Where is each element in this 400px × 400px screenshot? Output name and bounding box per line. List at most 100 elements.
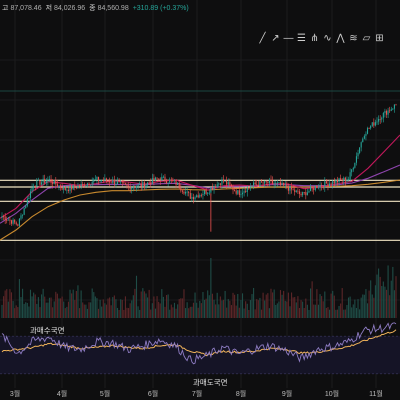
candle-body (69, 185, 71, 192)
volume-bar (382, 281, 384, 318)
candle-body (94, 179, 96, 181)
candle-body (118, 181, 120, 183)
volume-bar (23, 303, 25, 318)
month-tick-label: 5월 (99, 391, 111, 398)
candle-body (311, 186, 313, 188)
volume-bar (207, 290, 209, 318)
candle-body (156, 177, 158, 179)
candle-body (316, 186, 318, 189)
candle-body (101, 180, 103, 182)
volume-bar (22, 288, 24, 318)
candle-body (273, 183, 275, 185)
candle-body (107, 181, 109, 182)
volume-bar (283, 290, 285, 318)
candle-body (248, 187, 250, 189)
elliott-wave-icon[interactable]: ≋ (348, 33, 359, 45)
pitchfork-icon[interactable]: ⋔ (309, 33, 320, 45)
candle-body (249, 187, 251, 189)
candle-body (34, 185, 36, 187)
volume-bar (6, 289, 8, 318)
volume-bar (276, 303, 278, 318)
candle-body (124, 183, 126, 185)
candle-body (281, 182, 283, 185)
candle-body (18, 218, 20, 226)
volume-bar (354, 299, 356, 318)
trend-line-icon[interactable]: ╱ (257, 33, 268, 45)
candle-body (29, 191, 32, 198)
volume-bar (357, 299, 359, 318)
horizontal-line-icon[interactable]: — (283, 33, 294, 45)
volume-bar (37, 297, 39, 318)
candle-body (82, 183, 84, 185)
month-tick-label: 6월 (147, 391, 159, 398)
volume-bar (330, 293, 332, 318)
volume-bar (230, 305, 232, 318)
volume-bar (31, 296, 33, 318)
candle-body (371, 122, 373, 127)
candle-body (180, 188, 182, 191)
volume-bar (67, 301, 70, 318)
candle-body (254, 182, 256, 185)
volume-bar (85, 304, 87, 318)
volume-bar (298, 307, 301, 318)
volume-bar (237, 293, 239, 318)
candle-body (91, 181, 93, 185)
candle-body (97, 176, 100, 181)
close-label: 종 (89, 5, 96, 12)
candle-body (335, 179, 337, 184)
candle-body (211, 187, 213, 190)
candle-body (289, 186, 291, 191)
volume-bar (170, 304, 172, 318)
volume-bar (110, 305, 112, 318)
chart-canvas[interactable] (0, 0, 400, 400)
candle-body (86, 183, 88, 186)
candle-body (268, 179, 270, 183)
volume-bar (385, 289, 388, 318)
volume-bar (213, 299, 215, 318)
candle-body (219, 183, 221, 185)
candle-body (319, 185, 321, 188)
volume-bar (245, 301, 247, 318)
candle-body (64, 186, 66, 191)
volume-bar (234, 294, 236, 318)
volume-bar (29, 289, 32, 318)
candle-body (90, 184, 92, 186)
candle-body (143, 182, 145, 188)
volume-bar (39, 307, 41, 318)
candle-body (355, 156, 357, 163)
wave-pattern-icon[interactable]: ∿ (322, 33, 333, 45)
fib-retracement-icon[interactable]: ☰ (296, 33, 307, 45)
candle-body (226, 180, 228, 185)
candle-body (376, 121, 378, 123)
volume-bar (363, 294, 365, 318)
arrow-icon[interactable]: ↗ (270, 33, 281, 45)
volume-bar (101, 306, 103, 318)
candle-body (10, 220, 13, 224)
candle-body (392, 108, 394, 110)
channel-icon[interactable]: ▱ (361, 33, 372, 45)
candle-body (71, 185, 73, 190)
volume-bar (102, 299, 104, 318)
candle-body (234, 190, 236, 191)
volume-bar (66, 306, 68, 318)
volume-bar (132, 295, 134, 318)
candle-body (148, 182, 150, 184)
volume-bar (56, 293, 58, 318)
volume-bar (349, 296, 351, 318)
candle-body (135, 186, 138, 188)
candle-body (196, 195, 198, 198)
drawing-toolbar: ╱ ↗ — ☰ ⋔ ∿ ⋀ ≋ ▱ ⊞ (257, 33, 385, 47)
shape-icon[interactable]: ⊞ (374, 33, 385, 45)
volume-bar (74, 300, 76, 318)
candle-body (340, 178, 342, 180)
volume-bar (324, 291, 326, 318)
candle-body (352, 167, 354, 170)
volume-bar (75, 290, 77, 318)
volume-bar (268, 308, 270, 318)
zigzag-pattern-icon[interactable]: ⋀ (335, 33, 346, 45)
candle-body (154, 177, 157, 181)
candle-body (295, 190, 297, 193)
volume-bar (185, 308, 187, 318)
candle-body (287, 187, 289, 191)
volume-bar (327, 307, 329, 318)
